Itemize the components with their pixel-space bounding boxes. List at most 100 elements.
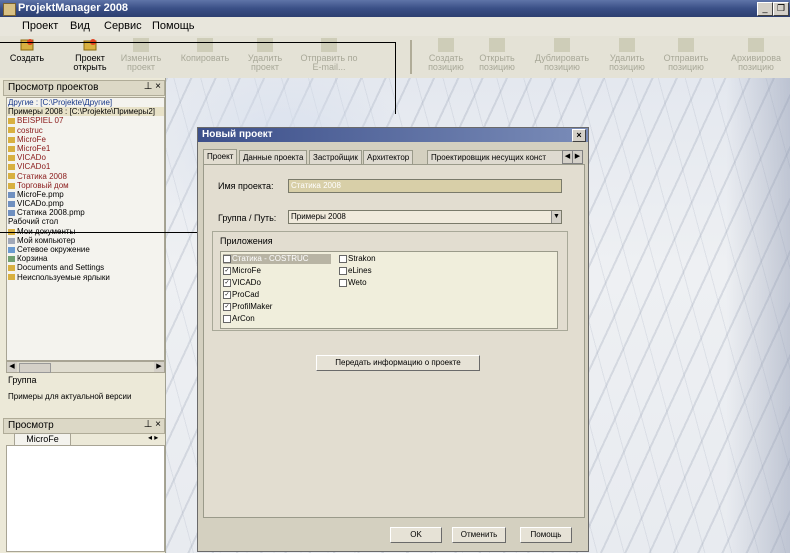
tree-item[interactable]: VICADo.pmp bbox=[7, 199, 164, 208]
app-item-weto[interactable]: Weto bbox=[339, 278, 367, 288]
duplicate-position-label-2: позицию bbox=[544, 62, 580, 72]
menu-view[interactable]: Вид bbox=[70, 20, 90, 32]
tree-horizontal-scrollbar[interactable]: ◀ ▶ bbox=[6, 361, 165, 373]
group-path-dropdown[interactable]: Примеры 2008 ▼ bbox=[288, 210, 562, 224]
app-icon bbox=[3, 3, 16, 16]
callout-line-top-vertical bbox=[395, 42, 396, 114]
edit-project-button[interactable]: Изменить проект bbox=[118, 38, 164, 72]
checkbox-icon[interactable]: ✓ bbox=[223, 302, 231, 311]
app-item-elines[interactable]: eLines bbox=[339, 266, 372, 276]
app-label: ProCad bbox=[232, 290, 260, 299]
archive-position-button[interactable]: Архивирова позицию bbox=[724, 38, 788, 72]
checkbox-icon[interactable] bbox=[339, 254, 347, 263]
tree-item[interactable]: MicroFe1 bbox=[7, 144, 164, 153]
project-tree[interactable]: Другие : [C:\Projekte\Другие] Примеры 200… bbox=[6, 97, 165, 361]
app-item-costruc[interactable]: ✓ Статика - COSTRUC bbox=[223, 254, 331, 264]
open-project-button[interactable]: Проект открыть bbox=[66, 38, 114, 72]
tab-developer[interactable]: Застройщик bbox=[309, 150, 362, 164]
checkbox-icon[interactable]: ✓ bbox=[223, 290, 231, 299]
delete-position-icon bbox=[619, 38, 635, 52]
duplicate-position-button[interactable]: Дублировать позицию bbox=[526, 38, 598, 72]
menu-service[interactable]: Сервис bbox=[104, 20, 142, 32]
open-position-button[interactable]: Открыть позицию bbox=[472, 38, 522, 72]
checkbox-icon[interactable] bbox=[339, 278, 347, 287]
scroll-thumb[interactable] bbox=[19, 363, 51, 373]
chevron-down-icon[interactable]: ▼ bbox=[551, 211, 561, 223]
scroll-left-icon[interactable]: ◀ bbox=[7, 362, 17, 372]
tree-item[interactable]: costruc bbox=[7, 126, 164, 135]
app-item-profilmaker[interactable]: ✓ ProfilMaker bbox=[223, 302, 272, 312]
minimize-button[interactable]: _ bbox=[757, 2, 773, 16]
checkbox-icon[interactable]: ✓ bbox=[223, 278, 231, 287]
tree-item[interactable]: VICADo1 bbox=[7, 162, 164, 171]
delete-project-button[interactable]: Удалить проект bbox=[240, 38, 290, 72]
background-dome-shade bbox=[726, 78, 790, 553]
create-position-label-2: позицию bbox=[428, 62, 464, 72]
email-label-2: E-mail... bbox=[312, 62, 346, 72]
tree-item[interactable]: Мой компьютер bbox=[7, 236, 164, 245]
preview-header: Просмотр ⊥ × bbox=[3, 418, 165, 434]
menu-project[interactable]: Проект bbox=[22, 20, 58, 32]
tree-item[interactable]: Другие : [C:\Projekte\Другие] bbox=[7, 98, 164, 107]
dialog-close-button[interactable]: × bbox=[572, 129, 586, 142]
tree-item[interactable]: Неиспользуемые ярлыки bbox=[7, 273, 164, 282]
tree-item[interactable]: Корзина bbox=[7, 254, 164, 263]
tree-item[interactable]: MicroFe.pmp bbox=[7, 190, 164, 199]
tree-item[interactable]: Рабочий стол bbox=[7, 217, 164, 226]
tree-item[interactable]: Сетевое окружение bbox=[7, 245, 164, 254]
ok-button[interactable]: OK bbox=[390, 527, 442, 543]
network-icon bbox=[8, 246, 15, 253]
project-name-field[interactable]: Статика 2008 bbox=[288, 179, 562, 193]
tree-item-label: Примеры 2008 : [C:\Projekte\Примеры2] bbox=[8, 107, 156, 117]
app-item-microfe[interactable]: ✓ MicroFe bbox=[223, 266, 261, 276]
tab-project[interactable]: Проект bbox=[203, 149, 238, 164]
email-button[interactable]: Отправить по E-mail... bbox=[297, 38, 361, 72]
tree-item-label: MicroFe bbox=[17, 134, 46, 144]
applications-list[interactable]: ✓ Статика - COSTRUC ✓ MicroFe ✓ VICADo ✓ Pro… bbox=[220, 251, 558, 329]
tree-item[interactable]: MicroFe bbox=[7, 135, 164, 144]
delete-project-label-2: проект bbox=[250, 62, 280, 72]
folder-icon bbox=[8, 136, 15, 143]
open-project-icon bbox=[83, 39, 97, 51]
preview-area bbox=[6, 445, 165, 552]
checkbox-icon[interactable]: ✓ bbox=[223, 254, 231, 263]
checkbox-icon[interactable] bbox=[223, 314, 231, 323]
create-position-button[interactable]: Создать позицию bbox=[422, 38, 470, 72]
title-bar: ProjektManager 2008 _ ❐ bbox=[0, 0, 790, 17]
tree-item[interactable]: Статика 2008 bbox=[7, 172, 164, 181]
app-item-vicado[interactable]: ✓ VICADo bbox=[223, 278, 261, 288]
tab-architect[interactable]: Архитектор bbox=[363, 150, 414, 164]
tree-item[interactable]: Documents and Settings bbox=[7, 263, 164, 272]
scroll-right-icon[interactable]: ▶ bbox=[154, 362, 164, 372]
tree-item-label: Сетевое окружение bbox=[17, 245, 90, 254]
app-item-strakon[interactable]: Strakon bbox=[339, 254, 376, 264]
transfer-project-info-button[interactable]: Передать информацию о проекте bbox=[316, 355, 480, 371]
tree-item[interactable]: Торговый дом bbox=[7, 181, 164, 190]
tab-project-data[interactable]: Данные проекта bbox=[239, 150, 308, 164]
send-position-button[interactable]: Отправить позицию bbox=[656, 38, 716, 72]
toolbar-separator bbox=[410, 40, 412, 74]
folder-icon bbox=[8, 182, 15, 189]
checkbox-icon[interactable]: ✓ bbox=[223, 266, 231, 275]
checkbox-icon[interactable] bbox=[339, 266, 347, 275]
project-browser-title: Просмотр проектов bbox=[8, 82, 99, 93]
pin-close-icon[interactable]: ⊥ × bbox=[144, 81, 161, 92]
preview-nav-icon[interactable]: ◂ ▸ bbox=[148, 433, 158, 442]
restore-button[interactable]: ❐ bbox=[773, 2, 789, 16]
tab-scroll-right-icon[interactable]: ▶ bbox=[572, 150, 583, 164]
tree-item[interactable]: BEISPIEL 07 bbox=[7, 116, 164, 125]
cancel-button[interactable]: Отменить bbox=[452, 527, 506, 543]
app-item-arcon[interactable]: ArCon bbox=[223, 314, 255, 324]
tab-structural-designer[interactable]: Проектировщик несущих конст bbox=[427, 150, 567, 164]
delete-position-button[interactable]: Удалить позицию bbox=[602, 38, 652, 72]
help-button[interactable]: Помощь bbox=[520, 527, 572, 543]
tree-item[interactable]: Статика 2008.pmp bbox=[7, 208, 164, 217]
tree-item[interactable]: VICADo bbox=[7, 153, 164, 162]
tree-item[interactable]: Примеры 2008 : [C:\Projekte\Примеры2] bbox=[7, 107, 164, 117]
computer-icon bbox=[8, 237, 15, 244]
menu-help[interactable]: Помощь bbox=[152, 20, 195, 32]
preview-pin-close-icon[interactable]: ⊥ × bbox=[144, 419, 161, 430]
tree-item-label: VICADo.pmp bbox=[17, 199, 64, 209]
folder-icon bbox=[8, 173, 15, 180]
app-item-procad[interactable]: ✓ ProCad bbox=[223, 290, 259, 300]
